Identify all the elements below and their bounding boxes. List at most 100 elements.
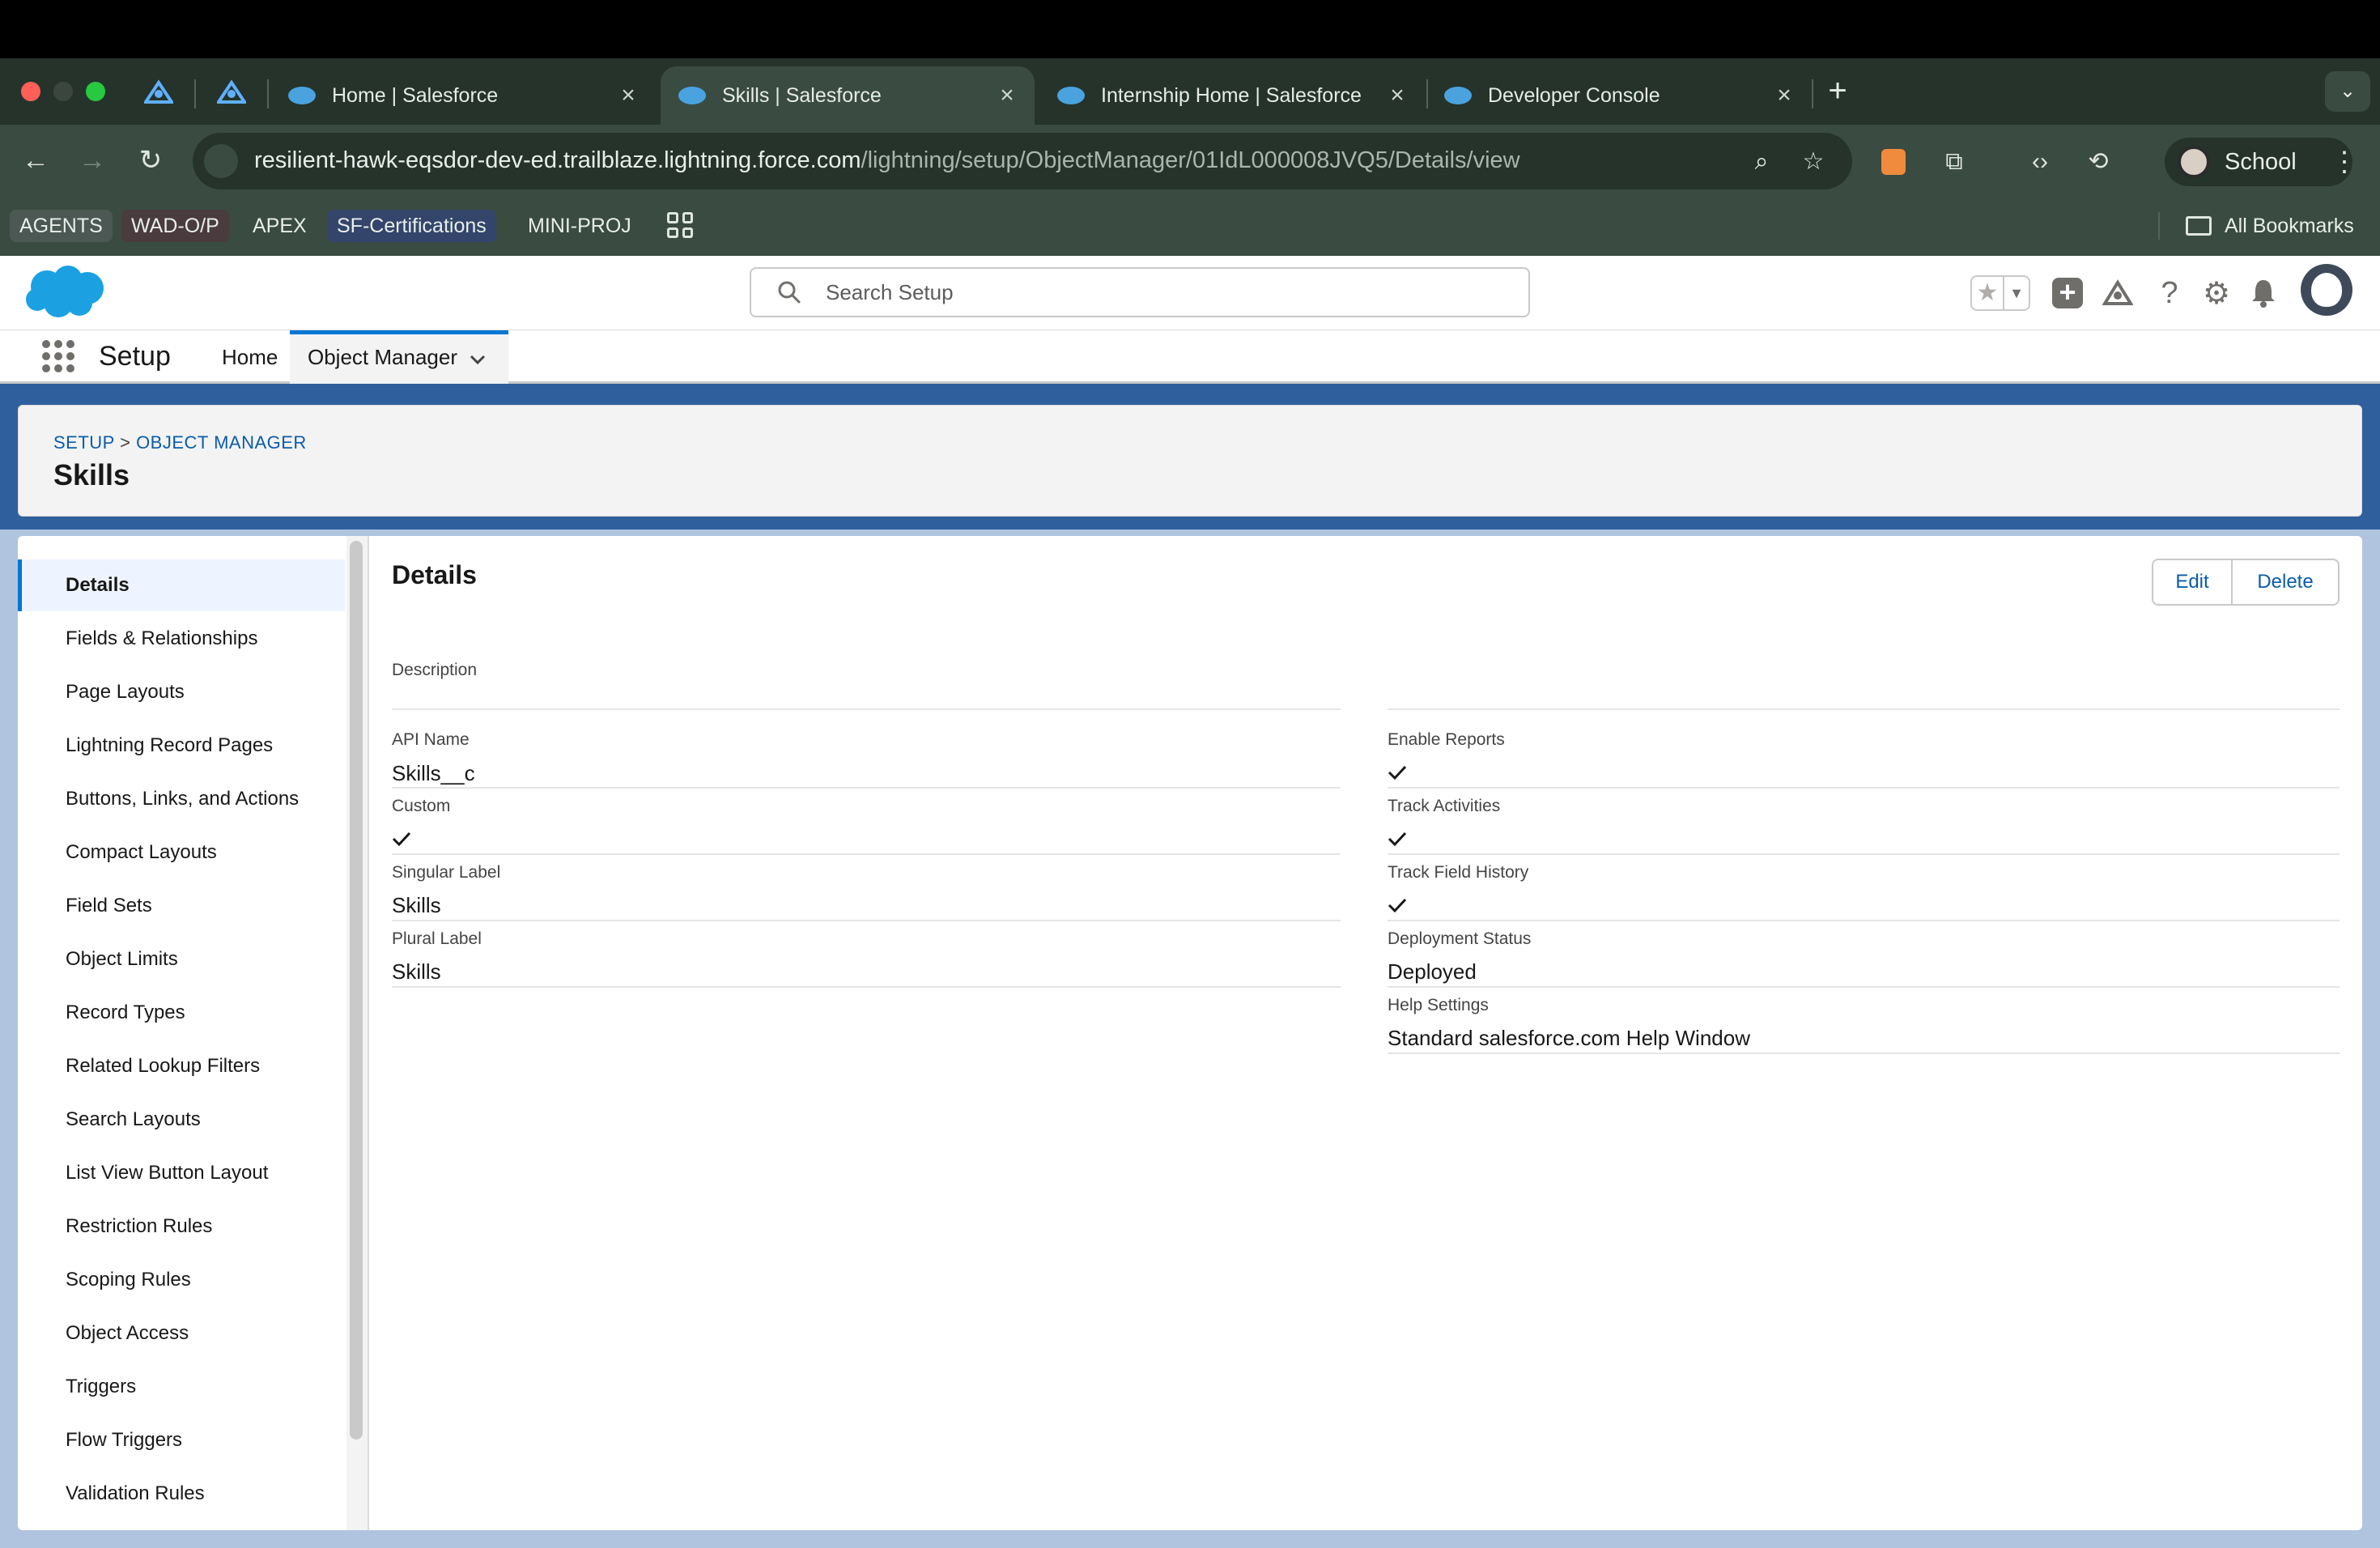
bookmark-sf-certifications[interactable]: SF-Certifications [327,210,496,242]
salesforce-cloud-icon [288,87,316,104]
screen-top-bar [0,0,2380,58]
profile-button[interactable]: School [2165,138,2352,186]
sidebar-item-field-sets[interactable]: Field Sets [18,880,345,932]
breadcrumb: SETUP > OBJECT MANAGER [53,432,307,453]
browser-menu-icon[interactable]: ⋮ [2328,144,2361,180]
delete-button[interactable]: Delete [2233,560,2338,604]
field-divider [392,787,1341,789]
trailhead-help-icon[interactable] [2100,275,2136,311]
url-text[interactable]: resilient-hawk-eqsdor-dev-ed.trailblaze.… [254,147,1520,174]
search-setup-input[interactable] [826,274,1490,311]
browser-tab-internship[interactable]: Internship Home | Salesforce × [1039,66,1425,125]
favorites-star-icon[interactable]: ★ [1972,277,2004,309]
sidebar-item-object-access[interactable]: Object Access [18,1308,345,1359]
close-tab-icon[interactable]: × [991,82,1023,109]
bookmark-mini-proj[interactable]: MINI-PROJ [518,210,641,242]
sidebar-scrollbar-thumb[interactable] [350,541,363,1440]
url-host: resilient-hawk-eqsdor-dev-ed.trailblaze.… [254,147,861,173]
details-heading: Details [392,560,477,589]
bookmark-star-icon[interactable]: ☆ [1797,146,1830,178]
api-name-label: API Name [392,730,470,749]
nav-tab-home[interactable]: Home [202,330,297,384]
site-info-icon[interactable] [204,144,238,178]
sidebar-item-lightning-record-pages[interactable]: Lightning Record Pages [18,720,345,772]
custom-label: Custom [392,797,451,815]
plural-label-value: Skills [392,959,441,984]
all-bookmarks-label: All Bookmarks [2225,215,2354,237]
history-icon[interactable]: ⟲ [2080,144,2116,180]
setup-gear-icon[interactable]: ⚙ [2199,275,2234,311]
bookmark-agents[interactable]: AGENTS [10,210,113,242]
extensions-puzzle-icon[interactable]: ⧉ [1936,144,1972,180]
devtools-code-icon[interactable]: ‹› [2022,144,2058,180]
pinned-tab-trailhead[interactable] [141,74,176,110]
description-label: Description [392,661,478,679]
favorites-dropdown-icon[interactable]: ▼ [2004,277,2029,309]
browser-tab-skills[interactable]: Skills | Salesforce × [661,66,1035,125]
breadcrumb-object-manager[interactable]: OBJECT MANAGER [136,432,307,453]
sidebar-item-details[interactable]: Details [18,559,345,611]
extension-orange-icon[interactable] [1881,149,1906,175]
close-tab-icon[interactable]: × [612,82,644,109]
plural-label-label: Plural Label [392,929,482,948]
back-arrow-icon[interactable]: ← [18,142,53,178]
tab-separator [194,79,196,108]
app-launcher-icon[interactable] [42,340,74,372]
new-tab-button[interactable]: + [1820,74,1855,110]
field-divider [1388,920,2340,921]
global-actions-button[interactable]: + [2050,275,2085,311]
close-tab-icon[interactable]: × [1768,82,1800,109]
sidebar-item-scoping-rules[interactable]: Scoping Rules [18,1254,345,1306]
sidebar-divider [368,536,369,1530]
chevron-down-icon[interactable] [466,348,489,371]
profile-name: School [2225,148,2297,175]
sidebar-item-record-types[interactable]: Record Types [18,987,345,1039]
tab-separator [1812,79,1813,108]
sidebar-item-restriction-rules[interactable]: Restriction Rules [18,1201,345,1252]
bookmark-wad-op[interactable]: WAD-O/P [121,210,229,242]
page-header [18,405,2362,517]
window-close-button[interactable] [21,82,40,101]
tab-search-button[interactable]: ⌄ [2325,71,2370,112]
help-question-icon[interactable]: ? [2152,275,2187,311]
breadcrumb-setup[interactable]: SETUP [53,432,114,453]
checkmark-icon [1388,898,1407,913]
window-zoom-button[interactable] [86,82,105,101]
tab-title: Developer Console [1488,83,1660,107]
content-panel [18,536,2362,1530]
sidebar-item-validation-rules[interactable]: Validation Rules [18,1468,345,1520]
forward-arrow-icon[interactable]: → [74,142,110,178]
window-minimize-button[interactable] [53,82,73,101]
pinned-tab-trailhead-2[interactable] [214,74,249,110]
sidebar-item-search-layouts[interactable]: Search Layouts [18,1094,345,1146]
notifications-bell-icon[interactable] [2246,275,2281,311]
checkmark-icon [1388,765,1407,780]
browser-tab-home[interactable]: Home | Salesforce × [270,66,656,125]
zoom-magnifier-icon[interactable]: ⌕ [1745,146,1778,178]
favorites-group[interactable]: ★ ▼ [1970,275,2030,311]
tab-title: Internship Home | Salesforce [1101,83,1362,107]
tab-title: Home | Salesforce [332,83,499,107]
sidebar-item-triggers[interactable]: Triggers [18,1361,345,1413]
page-title: Skills [53,458,130,491]
sidebar-item-compact-layouts[interactable]: Compact Layouts [18,827,345,878]
bookmark-apex[interactable]: APEX [243,210,317,242]
salesforce-cloud-icon [678,87,706,104]
tab-groups-grid-icon[interactable] [667,212,693,238]
edit-button[interactable]: Edit [2153,560,2233,604]
all-bookmarks-button[interactable]: All Bookmarks [2186,212,2354,240]
salesforce-logo[interactable] [23,264,108,321]
sidebar-item-related-lookup-filters[interactable]: Related Lookup Filters [18,1040,345,1092]
close-tab-icon[interactable]: × [1381,82,1413,109]
sidebar-item-flow-triggers[interactable]: Flow Triggers [18,1414,345,1466]
trailhead-icon [144,79,173,104]
user-avatar[interactable] [2301,264,2352,316]
sidebar-item-page-layouts[interactable]: Page Layouts [18,666,345,718]
sidebar-item-object-limits[interactable]: Object Limits [18,933,345,985]
profile-avatar [2178,146,2210,178]
sidebar-item-buttons-links-actions[interactable]: Buttons, Links, and Actions [18,773,345,825]
reload-icon[interactable]: ↻ [133,142,168,178]
sidebar-item-list-view-button-layout[interactable]: List View Button Layout [18,1147,345,1199]
sidebar-item-fields-relationships[interactable]: Fields & Relationships [18,613,345,665]
browser-tab-developer-console[interactable]: Developer Console × [1426,66,1812,125]
